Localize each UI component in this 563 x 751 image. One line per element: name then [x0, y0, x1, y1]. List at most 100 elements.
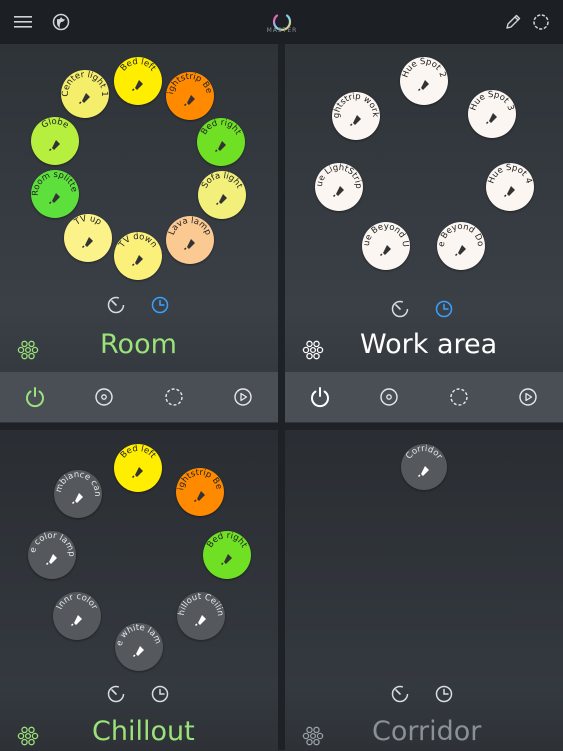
dashed-scene-button[interactable]	[139, 372, 209, 422]
lamp-button[interactable]: Center light 1	[61, 70, 109, 118]
lamp-label: Hue Spot 3	[468, 90, 516, 138]
svg-text:Hue Beyond Down: Hue Beyond Down	[437, 222, 485, 247]
lamp-button[interactable]: Hue ambiance candle 1	[54, 470, 102, 518]
lamp-button[interactable]: Lightstrip work 2	[332, 92, 380, 140]
lamp-label: Bed right	[197, 118, 245, 166]
lamp-button[interactable]: Bed left	[114, 444, 162, 492]
clock-timer-icon[interactable]	[148, 682, 172, 706]
room-settings-icon[interactable]	[17, 725, 39, 747]
svg-text:Globe: Globe	[40, 117, 70, 131]
lamp-button[interactable]: Bed right	[197, 118, 245, 166]
svg-text:Hue color lamp 5: Hue color lamp 5	[28, 531, 76, 557]
lamp-label: Room splitter	[31, 170, 79, 218]
svg-text:Center light 1: Center light 1	[61, 70, 109, 97]
countdown-timer-icon[interactable]	[388, 682, 412, 706]
room-title[interactable]: Work area	[360, 329, 497, 360]
countdown-timer-icon[interactable]	[104, 682, 128, 706]
svg-text:Sofa light: Sofa light	[200, 171, 244, 191]
countdown-timer-icon[interactable]	[388, 297, 412, 321]
lamp-button[interactable]: Hue Spot 3	[468, 90, 516, 138]
lamp-label: Hue color lamp 5	[28, 531, 76, 579]
lamp-button[interactable]: Bed right	[203, 531, 251, 579]
menu-icon[interactable]	[8, 7, 38, 37]
lamp-button[interactable]: TV up	[64, 214, 112, 262]
svg-text:Hue white lamp 1: Hue white lamp 1	[115, 623, 163, 647]
lamp-button[interactable]: Sofa light	[198, 171, 246, 219]
svg-text:TV down: TV down	[117, 232, 159, 251]
dashed-scene-button[interactable]	[424, 372, 494, 422]
countdown-timer-icon[interactable]	[104, 293, 128, 317]
top-bar: MASTER	[0, 0, 563, 44]
timer-group	[104, 682, 172, 706]
power-button[interactable]	[0, 372, 70, 422]
play-button[interactable]	[209, 372, 279, 422]
room-title[interactable]: Corridor	[372, 716, 481, 747]
room-settings-icon[interactable]	[302, 725, 324, 747]
lamp-label: Lightstrip work 2	[332, 92, 380, 140]
timer-group	[388, 297, 456, 321]
power-button[interactable]	[285, 372, 355, 422]
svg-text:Bed right: Bed right	[205, 531, 249, 550]
lamp-button[interactable]: Hue Spot 2	[400, 57, 448, 105]
clock-timer-icon[interactable]	[432, 682, 456, 706]
lamp-button[interactable]: Hue color lamp 5	[28, 531, 76, 579]
lamp-label: Center light 1	[61, 70, 109, 118]
pencil-icon[interactable]	[498, 7, 528, 37]
lamp-button[interactable]: Lightstrip Bed	[176, 468, 224, 516]
horizontal-divider	[0, 423, 563, 430]
lamp-label: Hue Spot 2	[400, 57, 448, 105]
lamp-label: Hue Spot 4	[486, 163, 534, 211]
lamp-button[interactable]: Corridor	[401, 444, 447, 490]
lamp-label: Globe	[31, 117, 79, 165]
lamp-label: TV down	[114, 232, 162, 280]
dashed-circle-icon[interactable]	[526, 7, 556, 37]
svg-text:Hue LightStrips: Hue LightStrips	[315, 163, 363, 189]
svg-text:Chillout Ceiling: Chillout Ceiling	[177, 592, 225, 617]
lamp-button[interactable]: Hue Spot 4	[486, 163, 534, 211]
lamp-button[interactable]: Lightstrip Bed	[166, 72, 214, 120]
lamp-label: Lightstrip Bed	[166, 72, 214, 120]
lamp-button[interactable]: Hue Beyond Up	[362, 222, 410, 270]
svg-text:Lightstrip Bed: Lightstrip Bed	[166, 72, 214, 95]
room-controls-bar	[285, 372, 563, 422]
clock-timer-icon[interactable]	[148, 293, 172, 317]
play-button[interactable]	[494, 372, 563, 422]
svg-text:Hue Spot 3: Hue Spot 3	[468, 90, 515, 112]
lamp-label: Corridor	[401, 444, 447, 490]
lamp-label: TV up	[64, 214, 112, 262]
room-settings-icon[interactable]	[302, 339, 324, 361]
lamp-button[interactable]: Globe	[31, 117, 79, 165]
svg-text:TV up: TV up	[72, 214, 103, 228]
lamp-button[interactable]: Lava lamp	[166, 216, 214, 264]
globe-icon[interactable]	[46, 7, 76, 37]
lamp-button[interactable]: Bed left	[114, 57, 162, 105]
room-settings-icon[interactable]	[17, 339, 39, 361]
lamp-label: Hue ambiance candle 1	[54, 470, 102, 518]
svg-text:Lightstrip Bed: Lightstrip Bed	[176, 468, 224, 491]
room-controls-bar	[0, 372, 278, 422]
lamp-label: Bed right	[203, 531, 251, 579]
lamp-button[interactable]: Hue Beyond Down	[437, 222, 485, 270]
lamp-button[interactable]: Room splitter	[31, 170, 79, 218]
master-label: MASTER	[258, 27, 306, 34]
scene-button[interactable]	[355, 372, 425, 422]
timer-group	[104, 293, 172, 317]
room-title[interactable]: Room	[100, 329, 177, 360]
scene-button[interactable]	[70, 372, 140, 422]
lamp-button[interactable]: Innr color	[53, 592, 101, 640]
lamp-button[interactable]: Hue LightStrips	[315, 163, 363, 211]
svg-text:Lava lamp: Lava lamp	[167, 216, 213, 237]
lamp-button[interactable]: TV down	[114, 232, 162, 280]
lamp-button[interactable]: Chillout Ceiling	[177, 592, 225, 640]
lamp-label: Hue LightStrips	[315, 163, 363, 211]
lamp-button[interactable]: Hue white lamp 1	[115, 623, 163, 671]
lamp-label: Bed left	[114, 57, 162, 105]
clock-timer-icon[interactable]	[432, 297, 456, 321]
svg-text:Bed left: Bed left	[119, 444, 158, 461]
room-title[interactable]: Chillout	[92, 716, 195, 747]
svg-text:Bed left: Bed left	[119, 57, 158, 74]
lamp-label: Innr color	[53, 592, 101, 640]
lamp-label: Chillout Ceiling	[177, 592, 225, 640]
timer-group	[388, 682, 456, 706]
lamp-label: Sofa light	[198, 171, 246, 219]
